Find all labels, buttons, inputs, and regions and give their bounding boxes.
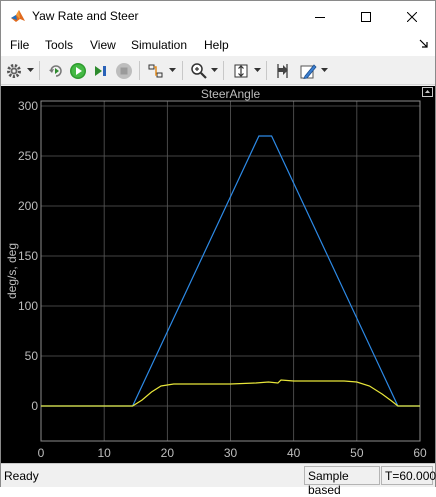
x-tick-label: 50 [350, 446, 364, 460]
maximize-button[interactable] [343, 1, 389, 32]
title-bar: Yaw Rate and Steer [1, 1, 435, 32]
matlab-logo-icon [11, 10, 25, 22]
undock-icon[interactable] [422, 87, 433, 97]
menu-view[interactable]: View [90, 38, 116, 52]
autoscale-dropdown-icon[interactable] [254, 68, 261, 73]
window-title: Yaw Rate and Steer [32, 9, 139, 23]
settings-button[interactable] [4, 61, 24, 81]
cursor-measurement-icon [277, 64, 288, 78]
x-tick-label: 0 [38, 446, 45, 460]
minimize-button[interactable] [297, 1, 343, 32]
style-edit-button[interactable] [298, 61, 318, 81]
menu-file[interactable]: File [10, 38, 29, 52]
run-button[interactable] [68, 61, 88, 81]
scope-window: Yaw Rate and Steer File Tools View Simul… [0, 0, 436, 497]
step-back-button[interactable] [46, 61, 66, 81]
minimize-icon [315, 16, 325, 18]
steer-angle-chart[interactable]: 0 10 20 30 40 50 60 0 50 100 150 200 250 300 SteerAng… [1, 86, 435, 463]
close-button[interactable] [389, 1, 435, 32]
autoscale-icon [234, 64, 248, 78]
style-edit-icon [300, 64, 317, 80]
menu-bar: File Tools View Simulation Help [1, 32, 435, 56]
run-icon [70, 63, 86, 79]
status-bar: Ready Sample based T=60.000 [1, 463, 436, 497]
y-tick-label: 300 [18, 99, 38, 113]
chart-title: SteerAngle [201, 87, 261, 101]
menu-tools[interactable]: Tools [45, 38, 73, 52]
y-tick-label: 150 [18, 249, 38, 263]
signal-highlight-icon [148, 64, 163, 78]
y-axis-label: deg/s, deg [5, 243, 19, 299]
y-tick-label: 50 [25, 349, 39, 363]
simulation-time-indicator: T=60.000 [381, 466, 436, 485]
y-tick-label: 250 [18, 149, 38, 163]
dock-arrow-icon[interactable] [419, 39, 429, 49]
zoom-button[interactable] [189, 61, 209, 81]
toolbar-separator [139, 61, 140, 80]
y-tick-label: 200 [18, 199, 38, 213]
settings-icon [7, 64, 21, 78]
x-tick-label: 60 [413, 446, 427, 460]
toolbar-separator [182, 61, 183, 80]
autoscale-button[interactable] [231, 61, 251, 81]
menu-help[interactable]: Help [204, 38, 229, 52]
stop-button[interactable] [114, 61, 134, 81]
signal-dropdown-icon[interactable] [169, 68, 176, 73]
toolbar [1, 56, 435, 85]
close-icon [407, 11, 417, 22]
cursor-measurement-button[interactable] [273, 61, 293, 81]
toolbar-separator [223, 61, 224, 80]
step-back-icon [49, 65, 62, 77]
y-tick-label: 0 [31, 399, 38, 413]
x-tick-label: 40 [287, 446, 301, 460]
y-tick-label: 100 [18, 299, 38, 313]
x-tick-label: 30 [224, 446, 238, 460]
step-forward-button[interactable] [91, 61, 111, 81]
toolbar-separator [266, 61, 267, 80]
menu-simulation[interactable]: Simulation [131, 38, 187, 52]
zoom-dropdown-icon[interactable] [211, 68, 218, 73]
maximize-icon [361, 11, 371, 22]
status-text: Ready [4, 469, 39, 483]
sample-mode-indicator: Sample based [304, 466, 380, 497]
step-forward-icon [95, 66, 106, 76]
stop-icon [116, 63, 132, 79]
style-dropdown-icon[interactable] [321, 68, 328, 73]
signal-highlight-button[interactable] [146, 61, 166, 81]
zoom-icon [191, 63, 207, 79]
x-tick-label: 20 [161, 446, 175, 460]
settings-dropdown-icon[interactable] [27, 68, 34, 73]
x-tick-label: 10 [97, 446, 111, 460]
toolbar-separator [39, 61, 40, 80]
